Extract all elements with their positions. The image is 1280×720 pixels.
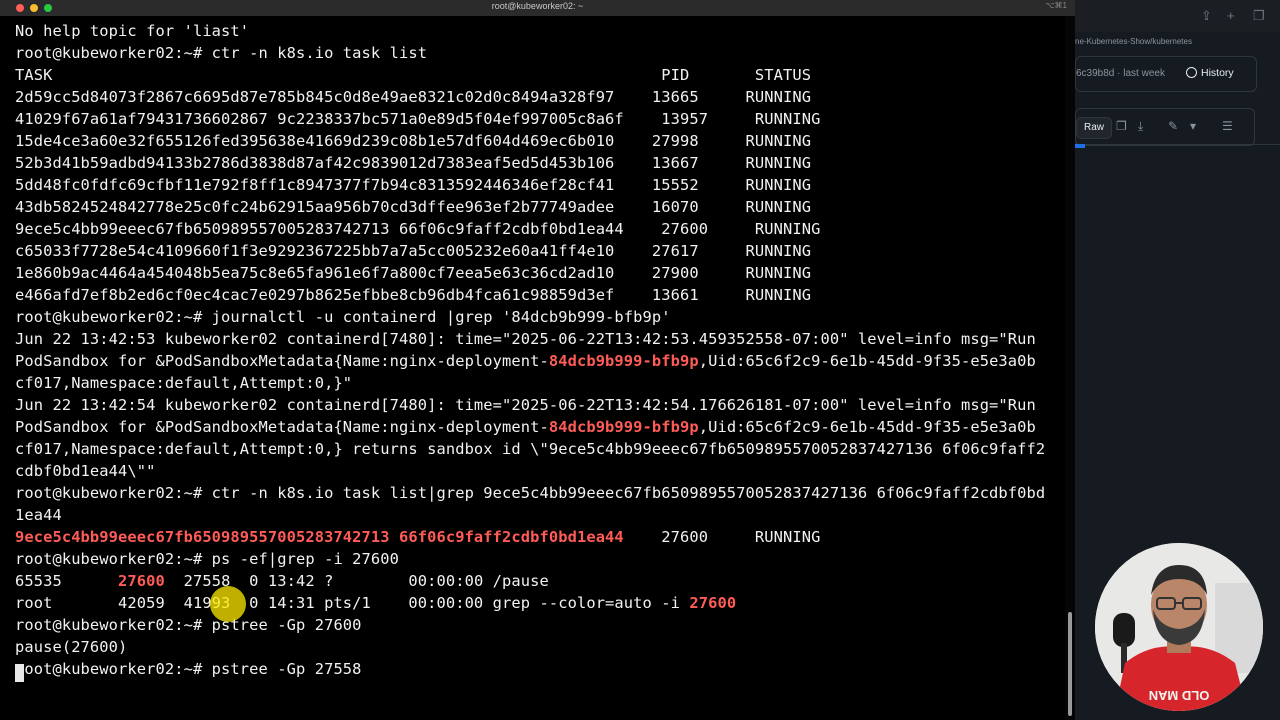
terminal-line: 9ece5c4bb99eeec67fb650989557005283742713…	[15, 218, 820, 240]
window-shortcut: ⌥⌘1	[1045, 1, 1067, 10]
terminal-text: 52b3d41b59adbd94133b2786d3838d87af42c983…	[15, 154, 812, 172]
webcam-overlay: OLD MAN	[1095, 543, 1263, 711]
presenter-avatar: OLD MAN	[1095, 543, 1263, 711]
terminal-text: cf017,Namespace:default,Attempt:0,} retu…	[15, 440, 1046, 458]
terminal-text: 15de4ce3a60e32f655126fed395638e41669d239…	[15, 132, 812, 150]
terminal-text: Jun 22 13:42:53 kubeworker02 containerd[…	[15, 330, 1036, 348]
grep-match: 84dcb9b999-bfb9p	[548, 352, 699, 370]
pencil-icon[interactable]: ✎	[1168, 119, 1178, 133]
terminal-line: root@kubeworker02:~# ctr -n k8s.io task …	[15, 42, 427, 64]
latest-commit-bar: 6c39b8d · last week History	[1075, 56, 1257, 92]
terminal-line: c65033f7728e54c4109660f1f3e9292367225bb7…	[15, 240, 811, 262]
raw-button[interactable]: Raw	[1076, 117, 1112, 139]
terminal-line: 52b3d41b59adbd94133b2786d3838d87af42c983…	[15, 152, 811, 174]
chevron-down-icon[interactable]: ▾	[1190, 119, 1196, 133]
grep-match: 84dcb9b999-bfb9p	[548, 418, 699, 436]
terminal-text: 65535	[15, 572, 119, 590]
shirt-text: OLD MAN	[1149, 688, 1210, 703]
browser-toolbar: ⇪ + ❐	[1075, 0, 1280, 32]
terminal-text: 2d59cc5d84073f2867c6695d87e785b845c0d8e4…	[15, 88, 812, 106]
terminal-line: cf017,Namespace:default,Attempt:0,}"	[15, 372, 352, 394]
terminal-text: root@kubeworker02:~# ctr -n k8s.io task …	[15, 44, 428, 62]
terminal-line: Jun 22 13:42:53 kubeworker02 containerd[…	[15, 328, 1036, 350]
terminal-line: root 42059 41993 0 14:31 pts/1 00:00:00 …	[15, 592, 736, 614]
grep-match: 9ece5c4bb99eeec67fb650989557005283742713…	[15, 528, 624, 546]
terminal-text: PodSandbox for &PodSandboxMetadata{Name:…	[15, 352, 549, 370]
terminal-text: cf017,Namespace:default,Attempt:0,}"	[15, 374, 353, 392]
mouse-highlight	[210, 586, 246, 622]
terminal-line: cf017,Namespace:default,Attempt:0,} retu…	[15, 438, 1045, 460]
terminal-line: 41029f67a61af79431736602867 9c2238337bc5…	[15, 108, 820, 130]
history-icon	[1186, 67, 1197, 78]
terminal-cursor	[15, 664, 24, 682]
terminal-line: No help topic for 'liast'	[15, 20, 249, 42]
scroll-indicator	[1075, 144, 1085, 148]
terminal-line: TASK PID STATUS	[15, 64, 811, 86]
terminal-text: PodSandbox for &PodSandboxMetadata{Name:…	[15, 418, 549, 436]
terminal-line: root@kubeworker02:~# ctr -n k8s.io task …	[15, 482, 1045, 504]
terminal-text: root@kubeworker02:~# journalctl -u conta…	[15, 308, 671, 326]
terminal-text: pause(27600)	[15, 638, 128, 656]
terminal-line: 2d59cc5d84073f2867c6695d87e785b845c0d8e4…	[15, 86, 811, 108]
terminal-line: root@kubeworker02:~# ps -ef|grep -i 2760…	[15, 548, 399, 570]
terminal-line: root@kubeworker02:~# pstree -Gp 27558	[15, 658, 362, 680]
terminal-text: root 42059 41993 0 14:31 pts/1 00:00:00 …	[15, 594, 690, 612]
grep-match: 27600	[689, 594, 737, 612]
plus-icon[interactable]: +	[1227, 8, 1235, 23]
window-title: root@kubeworker02: ~	[491, 1, 584, 11]
history-button[interactable]: History	[1186, 67, 1234, 79]
terminal-text: 1e860b9ac4464a454048b5ea75c8e65fa961e6f7…	[15, 264, 812, 282]
list-icon[interactable]: ☰	[1222, 119, 1233, 133]
terminal-text: c65033f7728e54c4109660f1f3e9292367225bb7…	[15, 242, 812, 260]
terminal-text: 27600 RUNNING	[623, 528, 821, 546]
terminal-line: root@kubeworker02:~# pstree -Gp 27600	[15, 614, 362, 636]
terminal-text: 9ece5c4bb99eeec67fb650989557005283742713…	[15, 220, 821, 238]
terminal-line: root@kubeworker02:~# journalctl -u conta…	[15, 306, 671, 328]
terminal-text: root@kubeworker02:~# pstree -Gp 27600	[15, 616, 362, 634]
terminal-text: 1ea44	[15, 506, 62, 524]
copy-icon[interactable]: ❐	[1253, 8, 1265, 24]
terminal-line: pause(27600)	[15, 636, 127, 658]
terminal-text: e466afd7ef8b2ed6cf0ec4cac7e0297b8625efbb…	[15, 286, 812, 304]
share-icon[interactable]: ⇪	[1201, 8, 1212, 24]
terminal-line: cdbf0bd1ea44\""	[15, 460, 156, 482]
terminal-text: ,Uid:65c6f2c9-6e1b-45dd-9f35-e5e3a0b	[698, 418, 1036, 436]
terminal-output[interactable]: No help topic for 'liast' root@kubeworker…	[0, 16, 1065, 720]
terminal-text: TASK PID STATUS	[15, 66, 812, 84]
terminal-text: cdbf0bd1ea44\""	[15, 462, 156, 480]
terminal-text: Jun 22 13:42:54 kubeworker02 containerd[…	[15, 396, 1036, 414]
file-toolbar: Raw ❐ ⤓ ✎ ▾ ☰	[1075, 108, 1255, 146]
terminal-text: root@kubeworker02:~# pstree -Gp 27558	[15, 660, 362, 678]
download-icon[interactable]: ⤓	[1138, 119, 1143, 134]
copy-icon[interactable]: ❐	[1116, 119, 1127, 133]
terminal-line: 9ece5c4bb99eeec67fb650989557005283742713…	[15, 526, 820, 548]
terminal-text: No help topic for 'liast'	[15, 22, 250, 40]
terminal-text: ,Uid:65c6f2c9-6e1b-45dd-9f35-e5e3a0b	[698, 352, 1036, 370]
terminal-line: e466afd7ef8b2ed6cf0ec4cac7e0297b8625efbb…	[15, 284, 811, 306]
terminal-line: 43db5824524842778e25c0fc24b62915aa956b70…	[15, 196, 811, 218]
commit-hash[interactable]: 6c39b8d · last week	[1076, 68, 1165, 79]
divider	[1075, 144, 1280, 145]
terminal-line: 65535 27600 27558 0 13:42 ? 00:00:00 /pa…	[15, 570, 549, 592]
terminal-line: PodSandbox for &PodSandboxMetadata{Name:…	[15, 350, 1036, 372]
terminal-text: 43db5824524842778e25c0fc24b62915aa956b70…	[15, 198, 812, 216]
terminal-text: root@kubeworker02:~# ctr -n k8s.io task …	[15, 484, 1046, 502]
terminal-line: 1ea44	[15, 504, 62, 526]
terminal-text: 5dd48fc0fdfc69cfbf11e792f8ff1c8947377f7b…	[15, 176, 812, 194]
terminal-text: root@kubeworker02:~# ps -ef|grep -i 2760…	[15, 550, 400, 568]
terminal-line: PodSandbox for &PodSandboxMetadata{Name:…	[15, 416, 1036, 438]
terminal-scrollbar-thumb[interactable]	[1068, 612, 1072, 716]
terminal-line: 1e860b9ac4464a454048b5ea75c8e65fa961e6f7…	[15, 262, 811, 284]
terminal-line: Jun 22 13:42:54 kubeworker02 containerd[…	[15, 394, 1036, 416]
history-label: History	[1201, 67, 1234, 79]
terminal-line: 5dd48fc0fdfc69cfbf11e792f8ff1c8947377f7b…	[15, 174, 811, 196]
terminal-text: 41029f67a61af79431736602867 9c2238337bc5…	[15, 110, 821, 128]
repo-path[interactable]: ne-Kubernetes-Show/kubernetes	[1075, 37, 1192, 46]
grep-match: 27600	[118, 572, 165, 590]
terminal-line: 15de4ce3a60e32f655126fed395638e41669d239…	[15, 130, 811, 152]
terminal-titlebar: root@kubeworker02: ~ ⌥⌘1	[0, 0, 1075, 17]
